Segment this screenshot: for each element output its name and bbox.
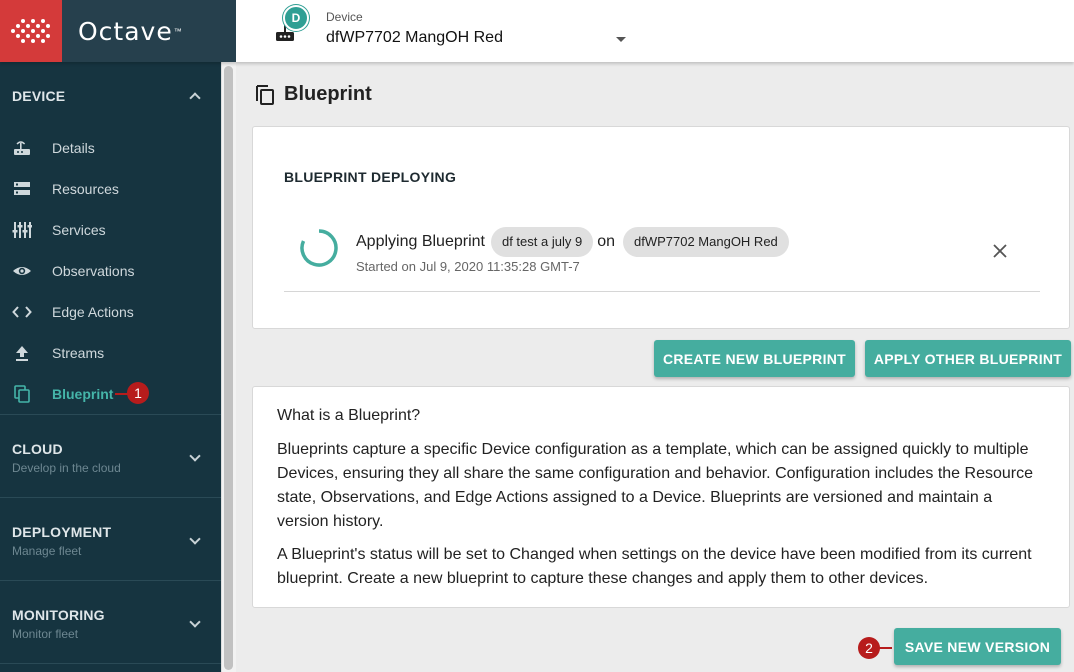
sidebar-item-label: Edge Actions — [52, 304, 134, 320]
on-text: on — [597, 233, 615, 250]
sidebar-item-label: Blueprint — [52, 386, 114, 402]
sidebar-item-label: Streams — [52, 345, 105, 361]
eye-icon — [13, 267, 31, 275]
deploying-heading: BLUEPRINT DEPLOYING — [284, 169, 457, 185]
sidebar-item-edge-actions[interactable]: Edge Actions — [0, 293, 221, 331]
page-title: Blueprint — [284, 83, 372, 105]
sidebar-item-label: Services — [52, 222, 106, 238]
top-bar: Octave ™ D Device dfWP7702 MangOH Red — [0, 0, 1074, 62]
device-chip[interactable]: dfWP7702 MangOH Red — [622, 227, 789, 257]
chevron-up-icon — [189, 92, 201, 104]
applying-status-line: Applying Blueprint df test a july 9 on d… — [356, 227, 793, 257]
chevron-down-icon — [189, 616, 201, 628]
sidebar-scroll-thumb[interactable] — [224, 66, 233, 670]
sidebar-item-services[interactable]: Services — [0, 211, 221, 249]
blueprint-info-card: What is a Blueprint? Blueprints capture … — [252, 386, 1070, 608]
section-title: CLOUD — [12, 441, 63, 457]
started-timestamp: Started on Jul 9, 2020 11:35:28 GMT-7 — [356, 259, 580, 274]
card-divider — [284, 291, 1040, 292]
sidebar-section-cloud[interactable]: CLOUD Develop in the cloud — [0, 415, 221, 497]
section-title: DEPLOYMENT — [12, 524, 112, 540]
section-subtitle: Monitor fleet — [12, 627, 79, 641]
sidebar-item-label: Details — [52, 140, 95, 156]
octave-logo-mark[interactable] — [0, 0, 62, 62]
upload-icon — [16, 346, 28, 361]
router-icon — [14, 141, 30, 155]
info-paragraph: Blueprints capture a specific Device con… — [277, 441, 1033, 530]
callout-connector — [878, 647, 892, 649]
octave-wordmark[interactable]: Octave ™ — [62, 0, 236, 62]
blueprint-chip[interactable]: df test a july 9 — [490, 227, 594, 257]
copy-icon — [14, 385, 30, 403]
device-picker-label: Device — [326, 10, 363, 24]
close-icon[interactable] — [992, 243, 1008, 259]
loading-spinner-icon — [300, 229, 338, 267]
info-title: What is a Blueprint? — [277, 407, 421, 424]
chevron-down-icon — [189, 533, 201, 545]
brand-tm: ™ — [173, 26, 182, 36]
chevron-down-icon — [189, 450, 201, 462]
applying-text: Applying Blueprint — [356, 233, 485, 250]
callout-badge-1: 1 — [127, 382, 149, 404]
sidebar-item-observations[interactable]: Observations — [0, 252, 221, 290]
equalizer-icon — [12, 222, 32, 238]
device-select[interactable]: dfWP7702 MangOH Red — [326, 29, 628, 51]
storage-icon — [14, 182, 30, 195]
info-paragraph: A Blueprint's status will be set to Chan… — [277, 546, 1032, 587]
code-icon — [12, 306, 32, 318]
sidebar-item-blueprint[interactable]: Blueprint — [0, 375, 221, 413]
sidebar: DEVICE Details Resources Services Observ… — [0, 62, 221, 672]
section-subtitle: Develop in the cloud — [12, 461, 121, 475]
blueprint-deploying-card: BLUEPRINT DEPLOYING Applying Blueprint d… — [252, 126, 1070, 329]
apply-other-blueprint-button[interactable]: APPLY OTHER BLUEPRINT — [865, 340, 1071, 377]
callout-badge-2: 2 — [858, 637, 880, 659]
create-new-blueprint-button[interactable]: CREATE NEW BLUEPRINT — [654, 340, 855, 377]
section-title: MONITORING — [12, 607, 105, 623]
sidebar-divider — [0, 663, 221, 664]
sidebar-item-label: Observations — [52, 263, 135, 279]
sidebar-item-details[interactable]: Details — [0, 129, 221, 167]
device-avatar: D — [283, 5, 309, 31]
sidebar-section-monitoring[interactable]: MONITORING Monitor fleet — [0, 581, 221, 663]
device-select-value: dfWP7702 MangOH Red — [326, 29, 503, 46]
section-subtitle: Manage fleet — [12, 544, 82, 558]
sidebar-item-label: Resources — [52, 181, 119, 197]
copy-icon — [256, 85, 274, 105]
sidebar-item-streams[interactable]: Streams — [0, 334, 221, 372]
sidebar-section-deployment[interactable]: DEPLOYMENT Manage fleet — [0, 498, 221, 580]
logo-pattern-icon — [11, 19, 50, 43]
save-new-version-button[interactable]: SAVE NEW VERSION — [894, 628, 1061, 665]
brand-name: Octave — [78, 16, 173, 46]
section-title: DEVICE — [12, 88, 66, 104]
sidebar-item-resources[interactable]: Resources — [0, 170, 221, 208]
sidebar-section-device[interactable]: DEVICE — [0, 62, 221, 126]
caret-down-icon — [616, 37, 626, 42]
